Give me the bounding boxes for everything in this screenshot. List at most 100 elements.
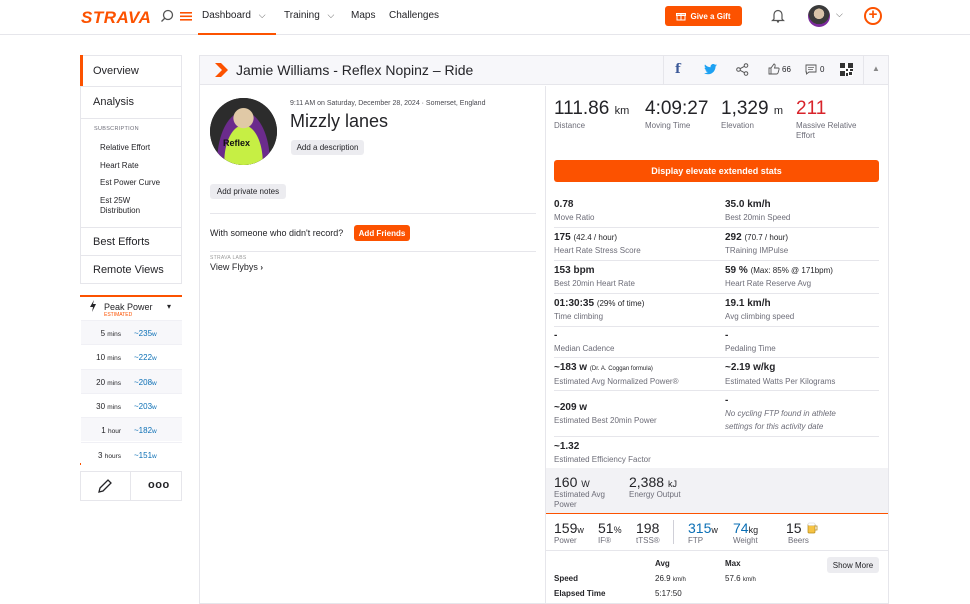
peak-power-row[interactable]: 3 hours ~151w xyxy=(81,441,182,466)
power-number: ~151 xyxy=(134,450,153,460)
nav-dashboard[interactable]: Dashboard ⌵ xyxy=(198,10,276,35)
relative-effort-value[interactable]: 211 xyxy=(796,98,826,120)
efficiency-label: Estimated Efficiency Factor xyxy=(554,455,651,464)
duration-unit: hour xyxy=(107,428,121,436)
distance-number: 111.86 xyxy=(554,98,610,119)
ride-chevron-icon xyxy=(215,63,228,77)
sidebar-link-power-curve[interactable]: Est Power Curve xyxy=(100,178,160,188)
caret-down-icon[interactable]: ▾ xyxy=(167,302,171,311)
kudos-count[interactable]: 66 xyxy=(782,65,791,74)
elevation-label: Elevation xyxy=(721,121,754,130)
sidebar-item-remote-views[interactable]: Remote Views xyxy=(81,264,182,276)
speed-avg-number: 26.9 xyxy=(655,574,671,583)
bottom-power-number: 159 xyxy=(554,520,578,536)
peak-power-row[interactable]: 10 mins ~222w xyxy=(81,344,182,369)
best-hr-label: Best 20min Heart Rate xyxy=(554,279,635,288)
nav-challenges[interactable]: Challenges xyxy=(389,10,439,21)
give-gift-label: Give a Gift xyxy=(690,11,731,21)
moving-time-value: 4:09:27 xyxy=(645,98,709,119)
peak-power-row[interactable]: 20 mins ~208w xyxy=(81,368,182,393)
speed-row-label: Speed xyxy=(554,574,579,583)
collapse-up-icon[interactable]: ▲ xyxy=(872,64,880,73)
peak-power-duration: 30 mins xyxy=(96,402,121,411)
divider xyxy=(81,227,182,228)
hrss-rate: (42.4 / hour) xyxy=(573,233,618,242)
climb-speed-label: Avg climbing speed xyxy=(725,312,795,321)
power-unit: w xyxy=(152,331,157,338)
peak-power-duration: 20 mins xyxy=(96,378,121,387)
peak-power-row[interactable]: 1 hour ~182w xyxy=(81,417,182,442)
nav-training[interactable]: Training ⌵ xyxy=(284,10,334,21)
peak-power-title[interactable]: Peak Power xyxy=(104,302,153,312)
ftp-unit: w xyxy=(711,525,718,535)
distance-unit: km xyxy=(614,105,630,117)
lightning-icon xyxy=(90,300,96,312)
time-climbing-value: 01:30:35 (29% of time) xyxy=(554,298,644,309)
sidebar-link-relative-effort[interactable]: Relative Effort xyxy=(100,143,150,153)
nav-maps[interactable]: Maps xyxy=(351,10,375,21)
peak-power-duration: 10 mins xyxy=(96,353,121,362)
duration-unit: hours xyxy=(104,452,121,460)
divider xyxy=(554,436,879,437)
power-unit: w xyxy=(152,379,157,387)
comment-count[interactable]: 0 xyxy=(820,65,824,74)
user-avatar[interactable] xyxy=(808,5,830,27)
sidebar-item-analysis[interactable]: Analysis xyxy=(81,96,182,108)
peak-power-row[interactable]: 5 mins ~235w xyxy=(81,320,182,344)
bell-icon[interactable] xyxy=(771,8,785,23)
beers-label: Beers xyxy=(788,536,809,545)
add-description-button[interactable]: Add a description xyxy=(291,140,364,155)
time-climbing-label: Time climbing xyxy=(554,312,604,321)
jersey-text: Reflex xyxy=(223,138,251,148)
duration-number: 5 xyxy=(100,329,106,338)
chevron-down-icon[interactable]: ⌵ xyxy=(836,9,843,20)
sidebar-link-est-25w[interactable]: Est 25W xyxy=(100,196,130,206)
weight-label: Weight xyxy=(733,536,758,545)
ftp-missing-line1: No cycling FTP found in athlete xyxy=(725,409,836,418)
add-private-notes-button[interactable]: Add private notes xyxy=(210,184,286,199)
divider xyxy=(554,293,879,294)
peak-power-row[interactable]: 30 mins ~203w xyxy=(81,392,182,417)
divider xyxy=(554,326,879,327)
more-options-icon[interactable]: ooo xyxy=(148,479,170,491)
share-icon[interactable] xyxy=(736,63,749,76)
search-icon[interactable] xyxy=(160,9,174,23)
nav-dashboard-label: Dashboard xyxy=(202,10,251,21)
comment-icon[interactable] xyxy=(805,64,817,75)
subscription-label: SUBSCRIPTION xyxy=(94,126,139,132)
activity-meta: 9:11 AM on Saturday, December 28, 2024 ·… xyxy=(290,100,486,107)
athlete-avatar[interactable]: Reflex xyxy=(210,98,277,165)
duration-unit: mins xyxy=(107,403,121,411)
chevron-down-icon: ⌵ xyxy=(327,10,335,20)
if-number: 51 xyxy=(598,520,614,536)
divider xyxy=(673,520,674,544)
someone-text: With someone who didn't record? xyxy=(210,228,344,238)
time-climbing-number: 01:30:35 xyxy=(554,298,595,309)
hrss-label: Heart Rate Stress Score xyxy=(554,246,641,255)
twitter-icon[interactable] xyxy=(704,64,717,75)
qr-code-icon[interactable] xyxy=(840,63,853,76)
pencil-icon[interactable] xyxy=(97,478,113,494)
kudos-thumb-icon[interactable] xyxy=(768,63,780,75)
elevation-number: 1,329 xyxy=(721,98,769,119)
add-plus-icon[interactable]: + xyxy=(864,7,882,25)
avg-power-number: 160 xyxy=(554,474,578,490)
best-20min-speed-label: Best 20min Speed xyxy=(725,213,791,222)
view-flybys-link[interactable]: View Flybys › xyxy=(210,262,263,272)
divider xyxy=(210,213,536,214)
strava-logo[interactable]: STRAVA xyxy=(81,8,151,28)
ftp-value: 315w xyxy=(688,520,718,536)
if-value: 51% xyxy=(598,520,622,536)
show-more-button[interactable]: Show More xyxy=(827,557,879,573)
sidebar-link-heart-rate[interactable]: Heart Rate xyxy=(100,161,139,171)
if-unit: % xyxy=(613,525,622,535)
estimated-label: ESTIMATED xyxy=(104,312,133,318)
elevate-extended-stats-button[interactable]: Display elevate extended stats xyxy=(554,160,879,182)
add-friends-button[interactable]: Add Friends xyxy=(354,225,410,241)
sidebar-link-distribution[interactable]: Distribution xyxy=(100,206,140,216)
facebook-icon[interactable]: f xyxy=(675,62,681,77)
sidebar-item-overview[interactable]: Overview xyxy=(81,65,182,77)
give-gift-button[interactable]: Give a Gift xyxy=(665,6,742,26)
menu-icon[interactable] xyxy=(179,9,193,23)
sidebar-item-best-efforts[interactable]: Best Efforts xyxy=(81,236,182,248)
